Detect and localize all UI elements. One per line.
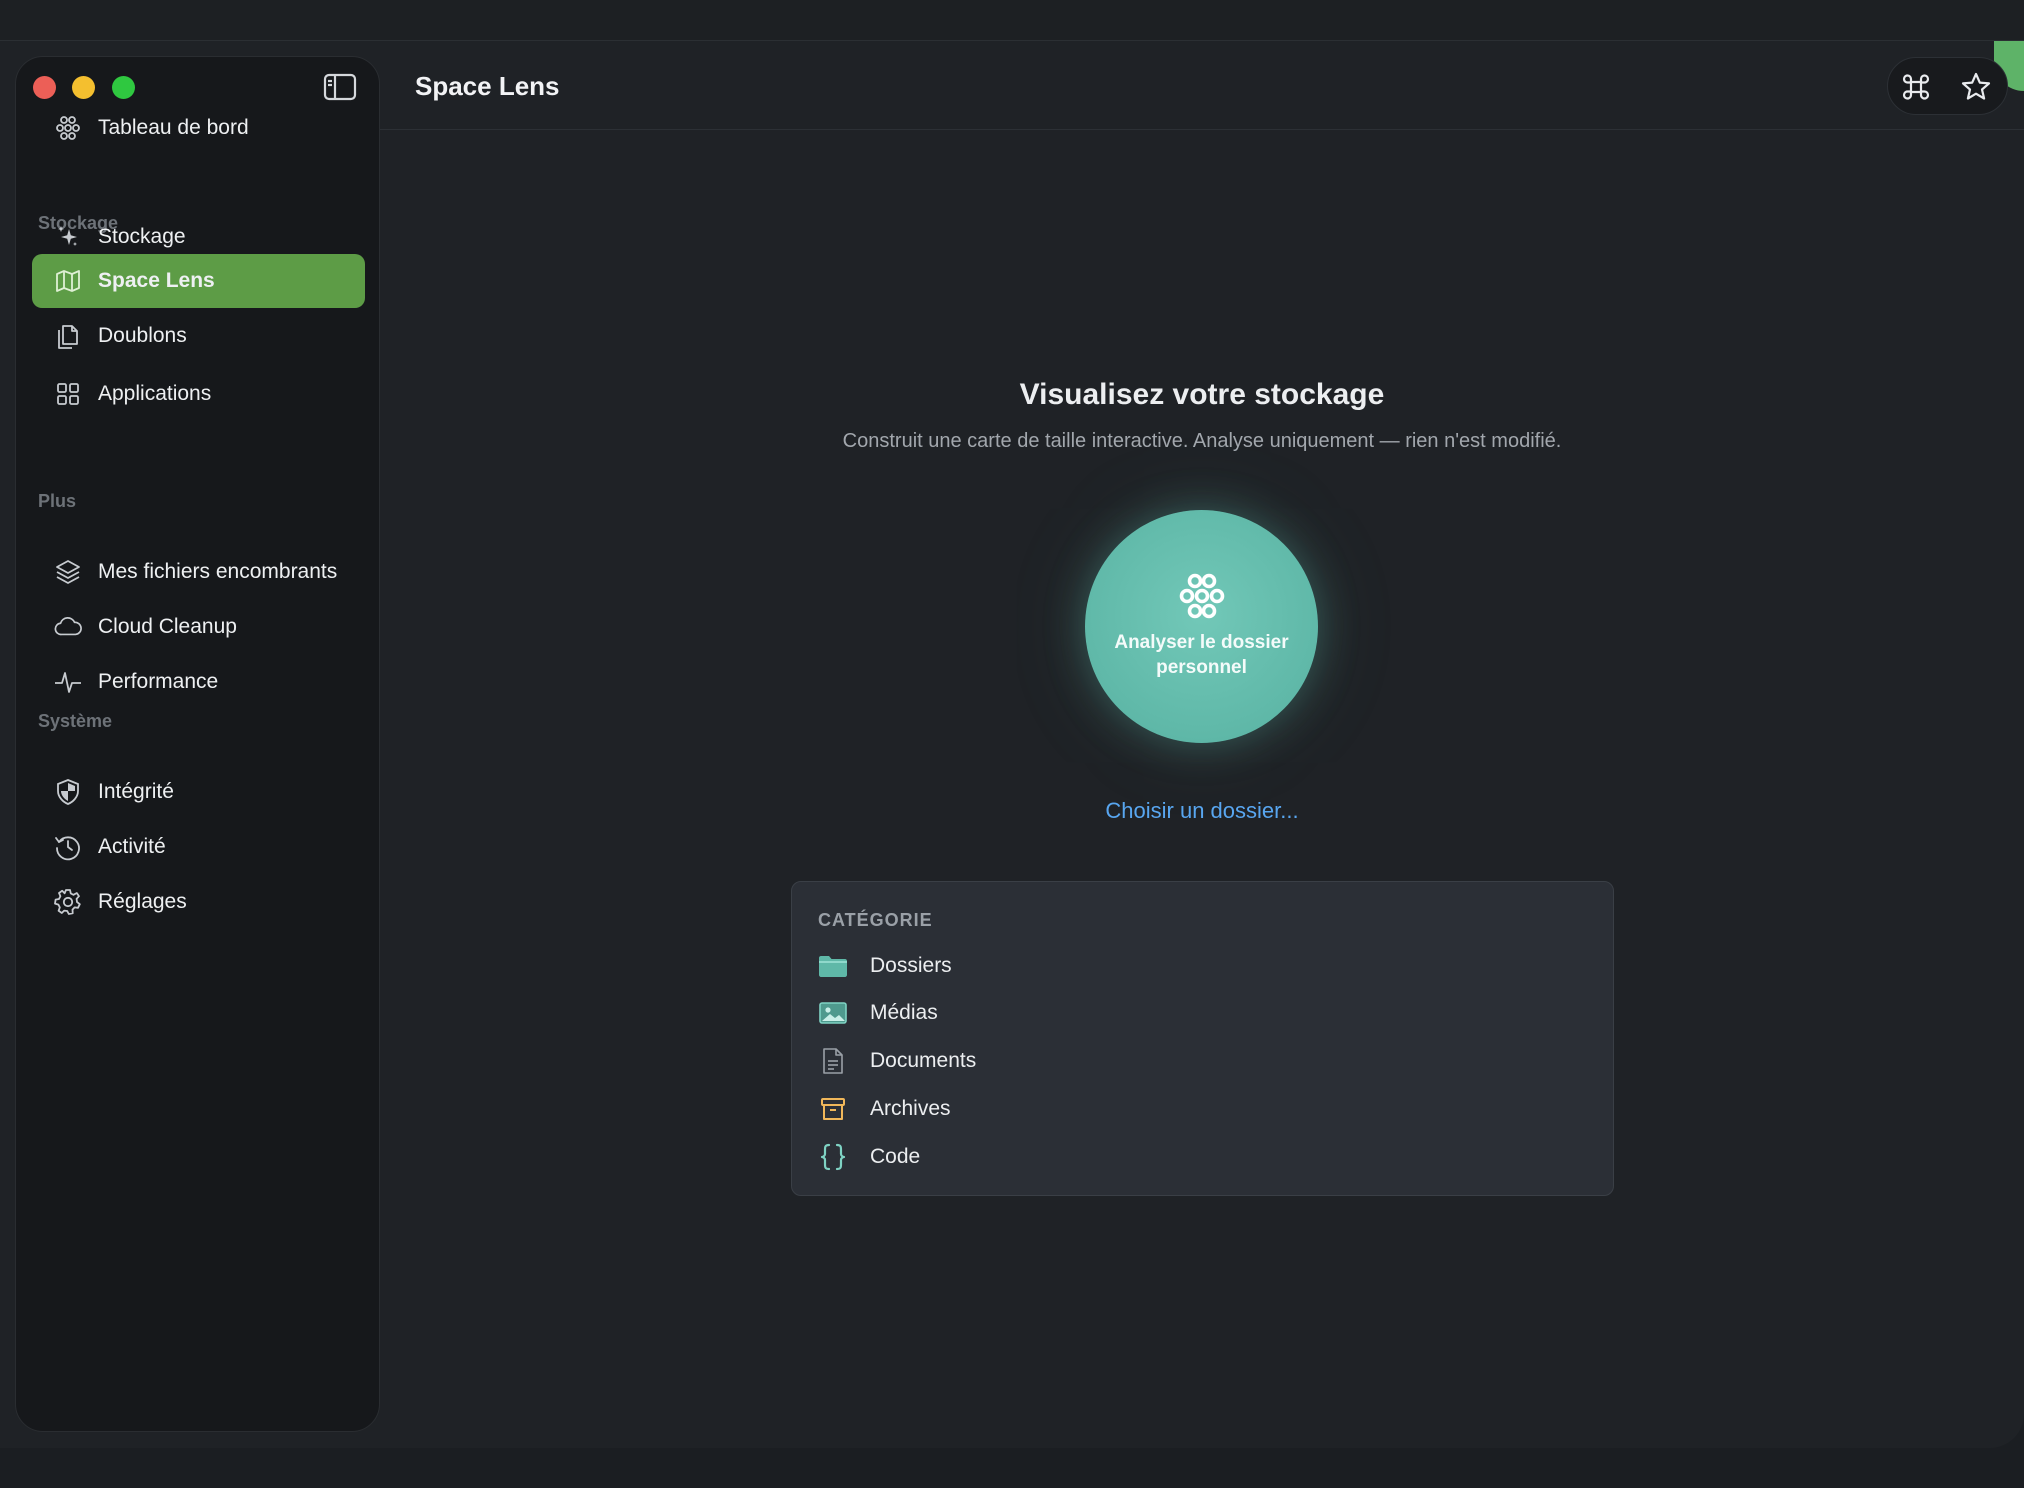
sidebar-item-performance[interactable]: Performance bbox=[32, 655, 365, 709]
sidebar-toggle-icon[interactable] bbox=[323, 72, 357, 102]
star-icon[interactable] bbox=[1960, 71, 1992, 103]
sidebar: Tableau de bord Stockage Stockage Space … bbox=[15, 56, 380, 1432]
map-icon bbox=[54, 267, 82, 295]
sparkle-icon bbox=[54, 223, 82, 251]
sidebar-item-label: Réglages bbox=[98, 890, 187, 913]
zoom-window-button[interactable] bbox=[112, 76, 135, 99]
braces-icon bbox=[818, 1142, 848, 1172]
category-label: Dossiers bbox=[870, 954, 952, 977]
sidebar-item-label: Cloud Cleanup bbox=[98, 615, 237, 638]
command-icon[interactable] bbox=[1900, 71, 1932, 103]
category-heading: CATÉGORIE bbox=[818, 910, 933, 930]
sidebar-item-applications[interactable]: Applications bbox=[32, 367, 365, 421]
minimize-window-button[interactable] bbox=[72, 76, 95, 99]
sidebar-item-integrity[interactable]: Intégrité bbox=[32, 765, 365, 819]
folder-icon bbox=[818, 951, 848, 981]
category-label: Code bbox=[870, 1145, 921, 1168]
category-panel: CATÉGORIE Dossiers Médias Documents Arch… bbox=[791, 881, 1614, 1196]
main-header: Space Lens bbox=[380, 41, 2024, 130]
hero-subtitle: Construit une carte de taille interactiv… bbox=[842, 430, 1562, 452]
category-row-archives: Archives bbox=[818, 1091, 951, 1127]
history-icon bbox=[54, 833, 82, 861]
gear-icon bbox=[54, 888, 82, 916]
duplicate-files-icon bbox=[54, 322, 82, 350]
category-row-folders: Dossiers bbox=[818, 948, 952, 984]
shield-icon bbox=[54, 778, 82, 806]
category-row-media: Médias bbox=[818, 995, 938, 1031]
sidebar-item-activity[interactable]: Activité bbox=[32, 820, 365, 874]
sidebar-item-settings[interactable]: Réglages bbox=[32, 875, 365, 929]
header-tools bbox=[1887, 57, 2008, 115]
document-icon bbox=[818, 1046, 848, 1076]
scan-home-folder-button[interactable]: Analyser le dossier personnel bbox=[1085, 510, 1318, 743]
sidebar-item-large-files[interactable]: Mes fichiers encombrants bbox=[32, 545, 365, 599]
cloud-icon bbox=[54, 613, 82, 641]
hero-title: Visualisez votre stockage bbox=[1019, 378, 1385, 411]
sidebar-item-label: Tableau de bord bbox=[98, 116, 249, 139]
sidebar-item-label: Intégrité bbox=[98, 780, 174, 803]
sidebar-item-label: Applications bbox=[98, 382, 212, 405]
choose-folder-link[interactable]: Choisir un dossier... bbox=[380, 798, 2024, 824]
image-icon bbox=[818, 998, 848, 1028]
category-label: Documents bbox=[870, 1049, 977, 1072]
category-label: Médias bbox=[870, 1001, 938, 1024]
scan-button-label: Analyser le dossier personnel bbox=[1114, 632, 1289, 678]
sidebar-item-cloud-cleanup[interactable]: Cloud Cleanup bbox=[32, 600, 365, 654]
sidebar-item-space-lens[interactable]: Space Lens bbox=[32, 254, 365, 308]
page-title: Space Lens bbox=[415, 71, 560, 101]
sidebar-item-label: Space Lens bbox=[98, 269, 215, 292]
sidebar-item-label: Doublons bbox=[98, 324, 187, 347]
sidebar-item-label: Mes fichiers encombrants bbox=[98, 560, 338, 583]
category-row-code: Code bbox=[818, 1139, 920, 1175]
section-label-systeme: Système bbox=[38, 711, 113, 731]
sidebar-item-label: Performance bbox=[98, 670, 219, 693]
layers-icon bbox=[54, 558, 82, 586]
sidebar-item-label: Activité bbox=[98, 835, 166, 858]
pulse-icon bbox=[54, 668, 82, 696]
flower-icon bbox=[54, 114, 82, 142]
category-label: Archives bbox=[870, 1097, 951, 1120]
sidebar-item-duplicates[interactable]: Doublons bbox=[32, 309, 365, 363]
close-window-button[interactable] bbox=[33, 76, 56, 99]
screen-top-bar bbox=[0, 0, 2024, 41]
grid-icon bbox=[54, 380, 82, 408]
sidebar-item-label: Stockage bbox=[98, 225, 186, 248]
category-row-documents: Documents bbox=[818, 1043, 976, 1079]
sidebar-item-dashboard[interactable]: Tableau de bord bbox=[32, 101, 365, 155]
section-label-plus: Plus bbox=[38, 491, 77, 511]
archive-box-icon bbox=[818, 1094, 848, 1124]
flower-icon bbox=[1174, 570, 1230, 626]
